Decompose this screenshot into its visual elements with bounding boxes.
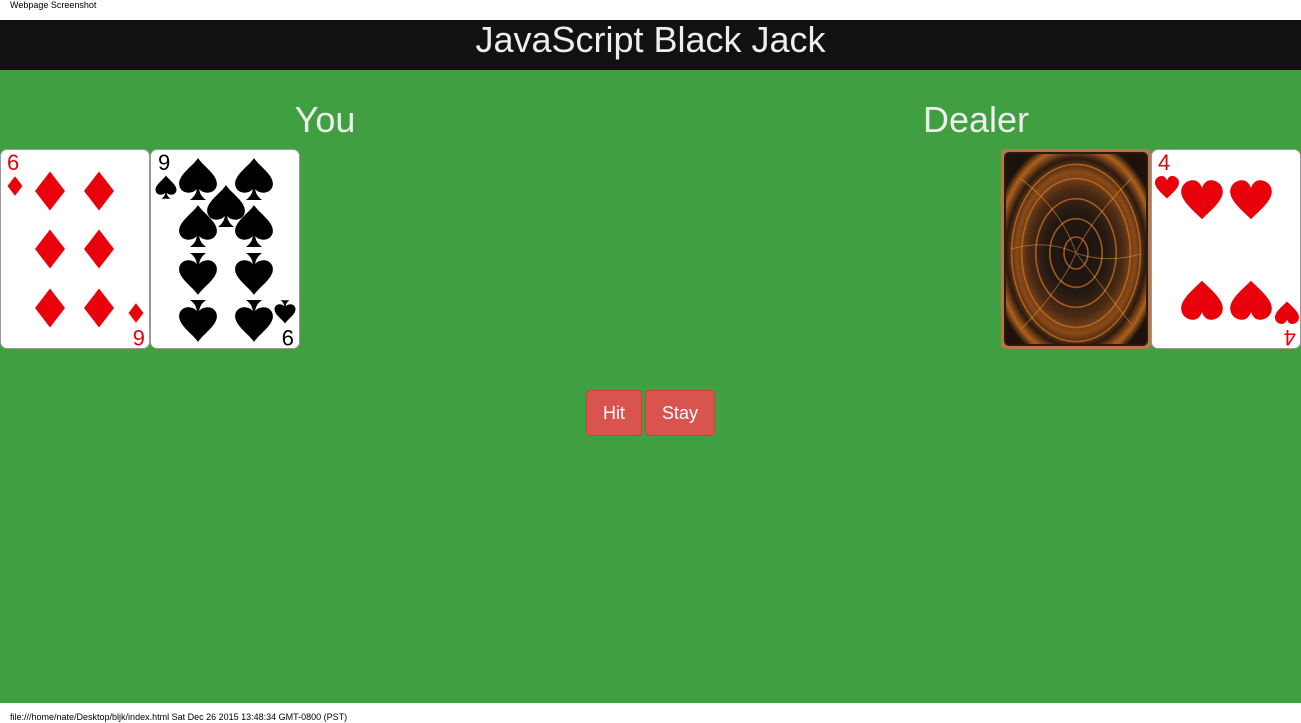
- page-title: JavaScript Black Jack: [0, 20, 1301, 70]
- card-rank: 4: [1158, 150, 1170, 175]
- card-rank-inverted: 6: [133, 325, 145, 349]
- card-rank-inverted: 9: [282, 325, 294, 349]
- player-label: You: [294, 99, 356, 140]
- nine-of-spades-card-face: 9 9: [155, 150, 296, 349]
- card-rank: 6: [7, 150, 19, 175]
- player-card-6-diamonds: 6 6: [0, 149, 150, 349]
- print-footer: file:///home/nate/Desktop/bljk/index.htm…: [10, 712, 348, 722]
- print-header: Webpage Screenshot: [10, 0, 97, 10]
- card-back-vortex-icon: [1001, 149, 1151, 349]
- card-rank-inverted: 4: [1284, 325, 1296, 349]
- dealer-card-4-hearts: 4 4: [1151, 149, 1301, 349]
- player-card-9-spades: 9 9: [150, 149, 300, 349]
- hit-button[interactable]: Hit: [586, 390, 642, 436]
- card-rank: 9: [158, 150, 170, 175]
- six-of-diamonds-card-face: 6 6: [7, 150, 145, 349]
- dealer-card-face-down: [1001, 149, 1151, 349]
- stay-button[interactable]: Stay: [645, 390, 715, 436]
- dealer-label: Dealer: [922, 99, 1030, 140]
- four-of-hearts-card-face: 4 4: [1155, 150, 1299, 349]
